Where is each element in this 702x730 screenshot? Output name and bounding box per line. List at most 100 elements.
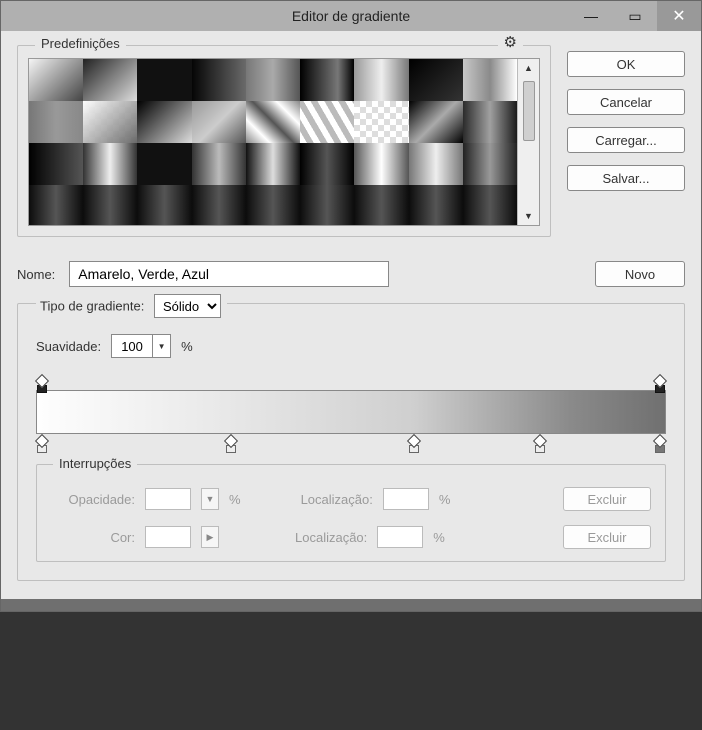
preset-swatch[interactable] [354, 101, 408, 143]
chevron-right-icon[interactable]: ▶ [201, 526, 219, 548]
preset-swatch[interactable] [409, 185, 463, 225]
gear-icon: ⚙ [504, 34, 517, 51]
preset-swatch[interactable] [29, 59, 83, 101]
location-label: Localização: [301, 492, 373, 507]
dialog-body: Predefinições ⚙ [1, 31, 701, 599]
presets-menu-button[interactable]: ⚙ [498, 33, 523, 51]
preset-swatch[interactable] [246, 185, 300, 225]
color-stop[interactable] [654, 436, 666, 450]
smoothness-input[interactable]: ▼ [111, 334, 171, 358]
stops-group-label: Interrupções [53, 456, 137, 471]
preset-swatch[interactable] [83, 59, 137, 101]
gradient-name-input[interactable] [69, 261, 389, 287]
scroll-up-icon[interactable]: ▲ [524, 63, 533, 73]
preset-swatch[interactable] [83, 185, 137, 225]
color-stop[interactable] [225, 436, 237, 450]
preset-swatch[interactable] [246, 59, 300, 101]
chevron-down-icon[interactable]: ▼ [152, 335, 170, 357]
preset-swatch[interactable] [463, 59, 517, 101]
preset-swatch[interactable] [192, 143, 246, 185]
gradient-settings-group: Tipo de gradiente: Sólido Suavidade: ▼ % [17, 303, 685, 581]
gradient-type-label: Tipo de gradiente: [40, 299, 144, 314]
window-controls: — ▭ ✕ [569, 1, 701, 31]
preset-swatch[interactable] [137, 59, 191, 101]
preset-swatch[interactable] [300, 143, 354, 185]
color-stop[interactable] [534, 436, 546, 450]
percent-label: % [229, 492, 241, 507]
color-stops [36, 434, 666, 450]
preset-swatch[interactable] [192, 101, 246, 143]
window-footer [1, 599, 701, 611]
delete-color-stop-button[interactable]: Excluir [563, 525, 651, 549]
gradient-preview-bar[interactable] [36, 390, 666, 434]
opacity-input[interactable] [145, 488, 191, 510]
opacity-stop[interactable] [654, 374, 666, 388]
preset-swatch[interactable] [29, 101, 83, 143]
name-row: Nome: Novo [17, 261, 685, 287]
preset-swatch[interactable] [354, 143, 408, 185]
preset-swatch[interactable] [300, 185, 354, 225]
opacity-stop[interactable] [36, 374, 48, 388]
preset-swatch[interactable] [29, 185, 83, 225]
preset-swatch[interactable] [246, 143, 300, 185]
chevron-down-icon[interactable]: ▼ [201, 488, 219, 510]
color-swatch-input[interactable] [145, 526, 191, 548]
preset-swatch-area: ▲ ▼ [28, 58, 540, 226]
ok-button[interactable]: OK [567, 51, 685, 77]
minimize-button[interactable]: — [569, 1, 613, 31]
dialog-buttons: OK Cancelar Carregar... Salvar... [567, 45, 685, 237]
preset-swatch[interactable] [29, 143, 83, 185]
preset-swatch[interactable] [409, 143, 463, 185]
opacity-location-input[interactable] [383, 488, 429, 510]
color-row: Cor: ▶ Localização: % Excluir [51, 525, 651, 549]
preset-swatch[interactable] [463, 101, 517, 143]
scroll-down-icon[interactable]: ▼ [524, 211, 533, 221]
preset-swatch[interactable] [137, 185, 191, 225]
stops-group: Interrupções Opacidade: ▼ % Localização:… [36, 464, 666, 562]
delete-opacity-stop-button[interactable]: Excluir [563, 487, 651, 511]
preset-swatch[interactable] [192, 59, 246, 101]
preset-swatch[interactable] [246, 101, 300, 143]
preset-swatch[interactable] [354, 185, 408, 225]
color-label: Cor: [51, 530, 135, 545]
save-button[interactable]: Salvar... [567, 165, 685, 191]
load-button[interactable]: Carregar... [567, 127, 685, 153]
cancel-button[interactable]: Cancelar [567, 89, 685, 115]
preset-swatch[interactable] [300, 101, 354, 143]
gradient-type-select[interactable]: Sólido [154, 294, 221, 318]
preset-swatch[interactable] [192, 185, 246, 225]
preset-swatch[interactable] [137, 143, 191, 185]
smoothness-label: Suavidade: [36, 339, 101, 354]
preset-swatch[interactable] [137, 101, 191, 143]
preset-swatch[interactable] [463, 185, 517, 225]
preset-scrollbar[interactable]: ▲ ▼ [517, 59, 539, 225]
close-button[interactable]: ✕ [657, 1, 701, 31]
opacity-stops [36, 374, 666, 390]
percent-label: % [439, 492, 451, 507]
color-stop[interactable] [408, 436, 420, 450]
gradient-bar-editor [36, 374, 666, 450]
preset-swatch[interactable] [354, 59, 408, 101]
scroll-thumb[interactable] [523, 81, 535, 141]
color-location-input[interactable] [377, 526, 423, 548]
preset-swatch[interactable] [463, 143, 517, 185]
gradient-editor-window: Editor de gradiente — ▭ ✕ Predefinições … [0, 0, 702, 612]
opacity-label: Opacidade: [51, 492, 135, 507]
preset-swatch[interactable] [409, 101, 463, 143]
percent-label: % [433, 530, 445, 545]
opacity-row: Opacidade: ▼ % Localização: % Excluir [51, 487, 651, 511]
maximize-button[interactable]: ▭ [613, 1, 657, 31]
presets-group: ▲ ▼ [17, 45, 551, 237]
preset-swatch[interactable] [300, 59, 354, 101]
preset-swatch[interactable] [83, 143, 137, 185]
preset-grid [29, 59, 517, 225]
location-label: Localização: [295, 530, 367, 545]
color-stop[interactable] [36, 436, 48, 450]
new-button[interactable]: Novo [595, 261, 685, 287]
percent-label: % [181, 339, 193, 354]
name-label: Nome: [17, 267, 55, 282]
presets-label: Predefinições [35, 36, 126, 51]
preset-swatch[interactable] [409, 59, 463, 101]
smoothness-field[interactable] [112, 335, 152, 357]
preset-swatch[interactable] [83, 101, 137, 143]
